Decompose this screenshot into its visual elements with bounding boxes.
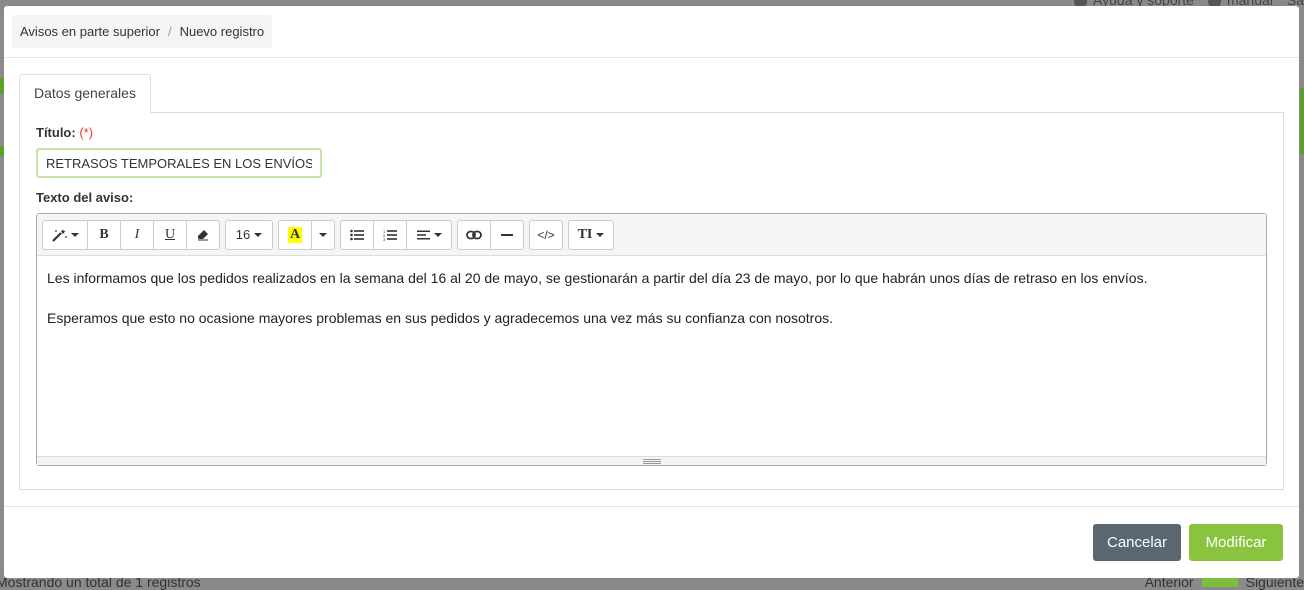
ordered-list-button[interactable]: 123 xyxy=(373,219,407,250)
tab-bar: Datos generales xyxy=(19,74,1284,113)
title-label: Título: (*) xyxy=(36,125,94,140)
clear-format-button[interactable] xyxy=(186,219,220,250)
editor-paragraph: Esperamos que esto no ocasione mayores p… xyxy=(47,310,833,326)
svg-text:3: 3 xyxy=(383,237,386,241)
bold-button[interactable]: B xyxy=(87,219,121,250)
style-dropdown-button[interactable] xyxy=(42,219,88,250)
tab-panel-general-data: Título: (*) Texto del aviso: B I U xyxy=(19,112,1284,490)
cancel-button[interactable]: Cancelar xyxy=(1093,524,1181,561)
link-icon xyxy=(466,230,482,240)
eraser-icon xyxy=(197,229,209,241)
modal-header: Avisos en parte superior / Nuevo registr… xyxy=(4,6,1299,58)
code-view-button[interactable]: </> xyxy=(529,219,563,250)
chevron-down-icon xyxy=(596,232,605,237)
grip-icon xyxy=(642,458,661,464)
list-ul-icon xyxy=(350,229,364,241)
current-page[interactable] xyxy=(1201,577,1238,587)
breadcrumb: Avisos en parte superior / Nuevo registr… xyxy=(12,15,273,48)
list-ol-icon: 123 xyxy=(383,229,397,241)
required-mark: (*) xyxy=(79,125,94,140)
unordered-list-button[interactable] xyxy=(340,219,374,250)
breadcrumb-item-new-record: Nuevo registro xyxy=(179,24,265,39)
chevron-down-icon xyxy=(319,232,327,237)
chevron-down-icon xyxy=(433,232,442,237)
minus-icon xyxy=(501,233,513,237)
rich-text-editor: B I U 16 A 1 2 3 </> TI Les informamos q… xyxy=(36,213,1267,466)
modal-footer: Cancelar Modificar xyxy=(4,506,1299,578)
underline-button[interactable]: U xyxy=(153,219,187,250)
color-dropdown-button[interactable] xyxy=(311,219,335,250)
chevron-down-icon xyxy=(71,232,79,237)
edit-notice-modal: Avisos en parte superior / Nuevo registr… xyxy=(4,6,1299,578)
modify-button[interactable]: Modificar xyxy=(1189,524,1283,561)
insert-link-button[interactable] xyxy=(457,219,491,250)
breadcrumb-separator: / xyxy=(167,24,172,39)
title-input[interactable] xyxy=(36,148,322,178)
notice-text-label: Texto del aviso: xyxy=(36,190,134,205)
magic-wand-icon xyxy=(51,228,67,242)
background-accent xyxy=(1300,88,1304,154)
breadcrumb-item-notices[interactable]: Avisos en parte superior xyxy=(20,24,160,39)
editor-content-area[interactable]: Les informamos que los pedidos realizado… xyxy=(37,256,1266,360)
editor-toolbar: B I U 16 A 1 2 3 </> TI xyxy=(37,214,1266,256)
italic-button[interactable]: I xyxy=(120,219,154,250)
paragraph-align-dropdown[interactable] xyxy=(406,219,452,250)
font-size-dropdown[interactable]: 16 xyxy=(225,219,273,250)
align-left-icon xyxy=(416,230,430,240)
chevron-down-icon xyxy=(254,232,263,237)
text-color-button[interactable]: A xyxy=(278,219,312,250)
modal-body: Datos generales Título: (*) Texto del av… xyxy=(4,58,1299,490)
editor-paragraph: Les informamos que los pedidos realizado… xyxy=(47,270,1148,286)
font-color-icon: A xyxy=(287,226,303,243)
text-style-dropdown[interactable]: TI xyxy=(568,219,614,250)
text-height-icon: TI xyxy=(577,226,593,242)
tab-general-data[interactable]: Datos generales xyxy=(19,74,151,113)
editor-resize-handle[interactable] xyxy=(37,456,1266,465)
horizontal-rule-button[interactable] xyxy=(490,219,524,250)
